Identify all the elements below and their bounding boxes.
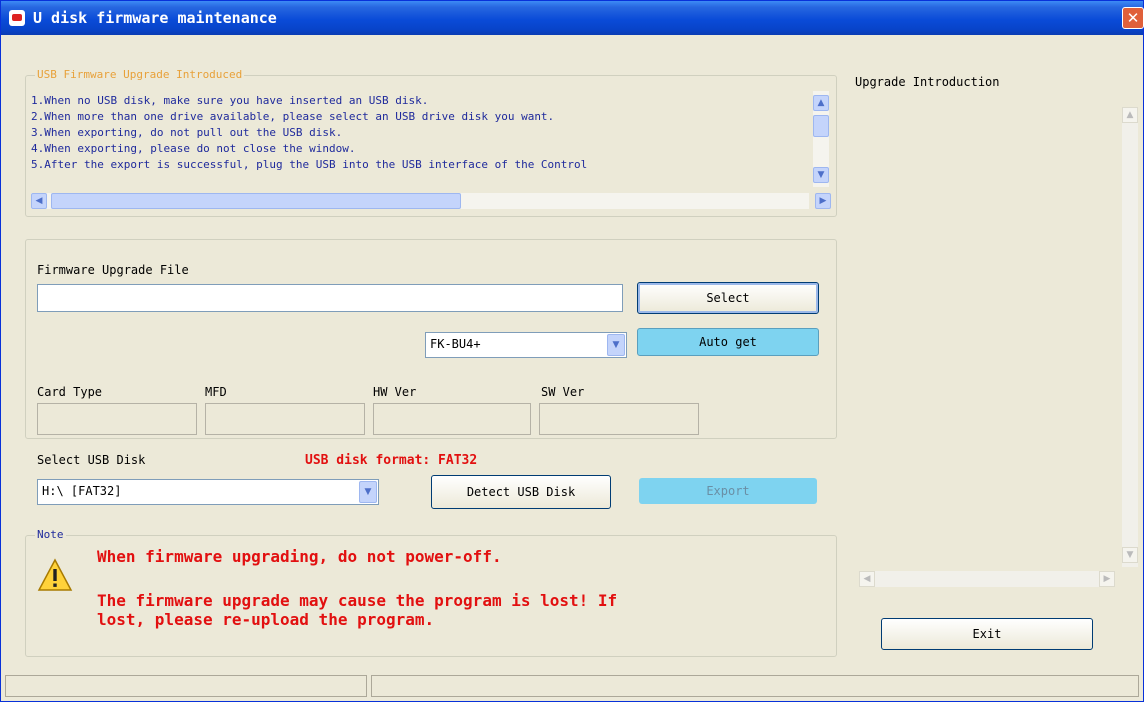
model-select-value: FK-BU4+ [430, 337, 481, 351]
export-button: Export [639, 478, 817, 504]
app-icon [9, 10, 25, 26]
exit-button[interactable]: Exit [881, 618, 1093, 650]
status-bar [5, 675, 1141, 699]
close-button[interactable]: ✕ [1122, 7, 1144, 29]
note-line-3: lost, please re-upload the program. [97, 610, 435, 629]
scroll-down-icon: ▼ [1122, 547, 1138, 563]
scroll-right-icon: ▶ [1099, 571, 1115, 587]
intro-text-lines: 1.When no USB disk, make sure you have i… [31, 93, 803, 177]
warning-icon [37, 558, 73, 591]
horizontal-scroll-thumb[interactable] [51, 193, 461, 209]
detect-usb-button[interactable]: Detect USB Disk [431, 475, 611, 509]
status-pane [5, 675, 367, 697]
intro-horizontal-scrollbar[interactable]: ◀ ▶ [31, 193, 831, 209]
scroll-right-icon[interactable]: ▶ [815, 193, 831, 209]
right-horizontal-scrollbar: ◀ ▶ [859, 571, 1115, 587]
window-title: U disk firmware maintenance [33, 9, 277, 27]
intro-group-legend: USB Firmware Upgrade Introduced [35, 68, 245, 81]
intro-line: 3.When exporting, do not pull out the US… [31, 126, 343, 139]
mfd-label: MFD [205, 385, 227, 399]
firmware-file-label: Firmware Upgrade File [37, 263, 189, 277]
intro-vertical-scrollbar[interactable]: ▲ ▼ [813, 91, 829, 187]
upgrade-introduction-label: Upgrade Introduction [855, 75, 1000, 89]
note-line-1: When firmware upgrading, do not power-of… [97, 547, 502, 566]
firmware-file-input[interactable] [37, 284, 623, 312]
intro-line: 1.When no USB disk, make sure you have i… [31, 94, 429, 107]
hw-ver-label: HW Ver [373, 385, 417, 399]
chevron-down-icon[interactable]: ▼ [607, 334, 625, 356]
model-select[interactable]: FK-BU4+ ▼ [425, 332, 627, 358]
usb-disk-value: H:\ [FAT32] [42, 484, 122, 498]
note-line-2: The firmware upgrade may cause the progr… [97, 591, 618, 610]
scroll-left-icon: ◀ [859, 571, 875, 587]
usb-format-note: USB disk format: FAT32 [305, 453, 478, 468]
scroll-thumb[interactable] [813, 115, 829, 137]
hw-ver-field [373, 403, 531, 435]
scroll-left-icon[interactable]: ◀ [31, 193, 47, 209]
usb-disk-select[interactable]: H:\ [FAT32] ▼ [37, 479, 379, 505]
sw-ver-field [539, 403, 699, 435]
card-type-field [37, 403, 197, 435]
scroll-up-icon[interactable]: ▲ [813, 95, 829, 111]
sw-ver-label: SW Ver [541, 385, 585, 399]
scroll-up-icon: ▲ [1122, 107, 1138, 123]
status-pane [371, 675, 1139, 697]
mfd-field [205, 403, 365, 435]
main-window: U disk firmware maintenance ✕ USB Firmwa… [0, 0, 1144, 702]
intro-line: 5.After the export is successful, plug t… [31, 158, 588, 171]
select-usb-label: Select USB Disk [37, 453, 146, 467]
card-type-label: Card Type [37, 385, 103, 399]
right-vertical-scrollbar: ▲ ▼ [1122, 107, 1138, 567]
title-bar[interactable]: U disk firmware maintenance ✕ [1, 1, 1144, 35]
intro-line: 2.When more than one drive available, pl… [31, 110, 555, 123]
note-legend: Note [35, 528, 66, 541]
intro-text-area[interactable]: 1.When no USB disk, make sure you have i… [31, 93, 807, 177]
intro-line: 4.When exporting, please do not close th… [31, 142, 356, 155]
chevron-down-icon[interactable]: ▼ [359, 481, 377, 503]
auto-get-button[interactable]: Auto get [637, 328, 819, 356]
select-button[interactable]: Select [637, 282, 819, 314]
scroll-down-icon[interactable]: ▼ [813, 167, 829, 183]
